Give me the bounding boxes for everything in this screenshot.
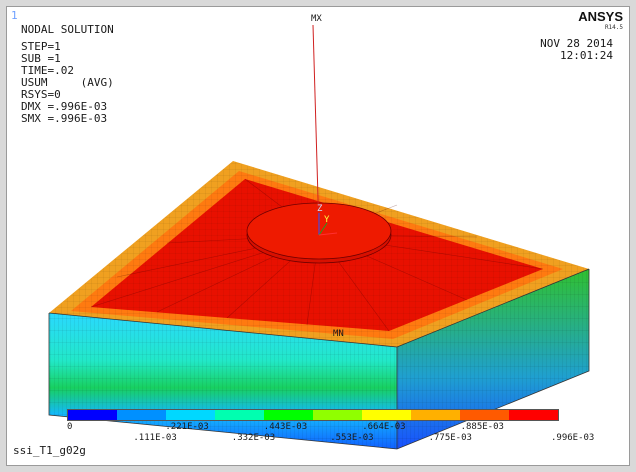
legend-label-bottom: .111E-03 xyxy=(133,433,177,443)
legend-label-bottom: .996E-03 xyxy=(551,433,595,443)
legend-segment xyxy=(509,410,558,420)
jobname-label: ssi_T1_g02g xyxy=(13,444,86,457)
legend-segment xyxy=(313,410,362,420)
legend-label-bottom: .332E-03 xyxy=(231,433,276,443)
axis-y-label: Y xyxy=(324,215,330,225)
legend-segment xyxy=(117,410,166,420)
legend-segment xyxy=(362,410,411,420)
legend-label-top: .664E-03 xyxy=(362,422,406,432)
legend-label-top: 0 xyxy=(67,422,73,432)
plot-time: 12:01:24 xyxy=(560,49,613,62)
ansys-version: R14.5 xyxy=(604,24,623,31)
contour-legend-bar xyxy=(67,409,559,421)
legend-segment xyxy=(264,410,313,420)
axis-z-label: Z xyxy=(317,204,323,214)
graphics-window[interactable]: 1 NODAL SOLUTION STEP=1 SUB =1 TIME=.02 … xyxy=(6,6,630,466)
smx-label: SMX =.996E-03 xyxy=(21,112,108,125)
legend-label-top: .221E-03 xyxy=(165,422,209,432)
legend-segment xyxy=(411,410,460,420)
solution-title: NODAL SOLUTION xyxy=(21,23,114,36)
legend-label-bottom: .775E-03 xyxy=(428,433,472,443)
legend-segment xyxy=(68,410,117,420)
legend-label-top: .885E-03 xyxy=(460,422,504,432)
window-number: 1 xyxy=(11,9,18,22)
legend-label-bottom: .553E-03 xyxy=(330,433,374,443)
max-marker: MX xyxy=(311,14,322,24)
legend-segment xyxy=(166,410,215,420)
ansys-logo: ANSYS xyxy=(578,9,623,24)
legend-segment xyxy=(460,410,509,420)
min-marker: MN xyxy=(333,329,344,339)
legend-label-top: .443E-03 xyxy=(263,422,308,432)
legend-segment xyxy=(215,410,264,420)
